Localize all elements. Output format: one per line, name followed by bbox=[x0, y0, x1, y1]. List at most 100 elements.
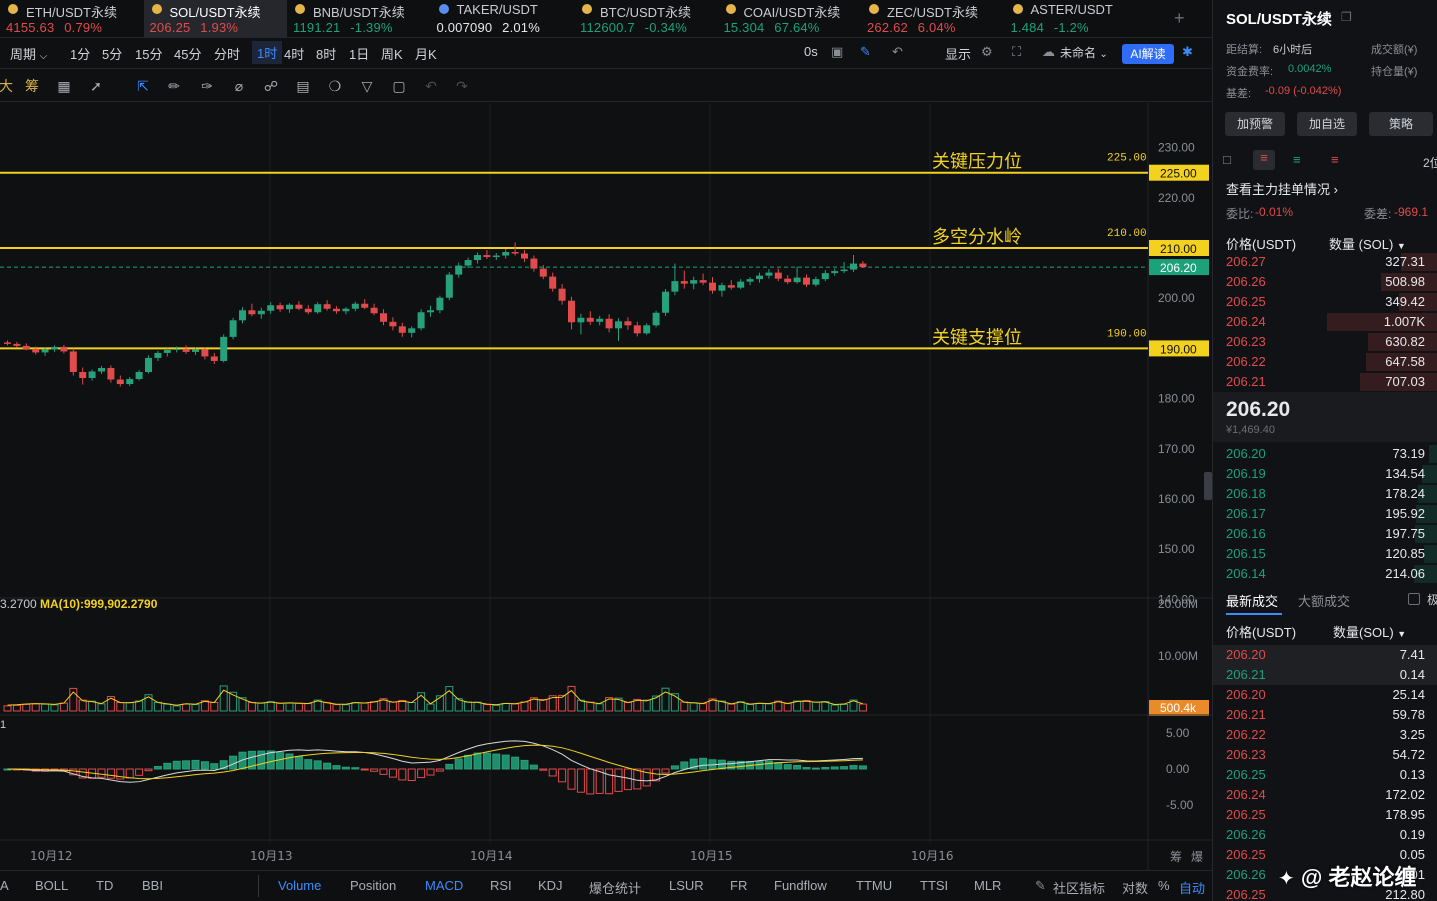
candle[interactable] bbox=[69, 351, 77, 372]
candle[interactable] bbox=[643, 325, 651, 334]
tab-large-trades[interactable]: 大额成交 bbox=[1298, 591, 1350, 610]
copy-icon[interactable]: ❐ bbox=[1341, 10, 1352, 24]
candle[interactable] bbox=[474, 255, 481, 261]
candle[interactable] bbox=[351, 303, 359, 309]
bid-row[interactable]: 206.14 214.06 bbox=[1213, 564, 1437, 584]
candle[interactable] bbox=[521, 253, 528, 259]
candle[interactable] bbox=[577, 317, 585, 323]
layout-name-dropdown[interactable]: 未命名 ⌄ bbox=[1060, 44, 1108, 61]
period-6[interactable]: 4时 bbox=[284, 44, 304, 63]
candle[interactable] bbox=[624, 321, 632, 326]
ticker-tab[interactable]: SOL/USDT永续 206.25 1.93% bbox=[143, 0, 287, 38]
candle[interactable] bbox=[239, 310, 246, 321]
candle[interactable] bbox=[248, 310, 256, 315]
candle[interactable] bbox=[201, 349, 209, 357]
orderbook-asks-icon[interactable]: ≡ bbox=[1331, 152, 1339, 167]
candle[interactable] bbox=[295, 304, 303, 309]
candle[interactable] bbox=[333, 308, 340, 312]
candle[interactable] bbox=[370, 307, 378, 314]
ticker-tab[interactable]: COAI/USDT永续 15.304 67.64% bbox=[718, 0, 861, 38]
candle[interactable] bbox=[502, 252, 510, 256]
orderbook-mode-icon[interactable]: □ bbox=[1223, 152, 1231, 167]
period-0[interactable]: 1分 bbox=[70, 44, 90, 63]
candle[interactable] bbox=[605, 318, 613, 329]
candle[interactable] bbox=[173, 348, 181, 350]
trade-row[interactable]: 206.24 172.02 bbox=[1213, 785, 1437, 805]
indicator-tab[interactable]: TTSI bbox=[920, 878, 948, 893]
candle[interactable] bbox=[831, 271, 839, 274]
undo-icon[interactable]: ↶ bbox=[421, 76, 441, 96]
indicator-boll[interactable]: BOLL bbox=[35, 878, 68, 893]
brush-icon[interactable]: ✑ bbox=[197, 76, 217, 96]
candle[interactable] bbox=[276, 305, 284, 310]
candle[interactable] bbox=[135, 371, 143, 380]
cursor-icon[interactable]: ⇱ bbox=[133, 76, 153, 96]
candle[interactable] bbox=[690, 280, 698, 284]
candle[interactable] bbox=[267, 305, 275, 311]
candle[interactable] bbox=[398, 326, 406, 333]
period-9[interactable]: 周K bbox=[381, 44, 403, 63]
draw-pen-icon[interactable]: ✎ bbox=[860, 44, 871, 60]
candle[interactable] bbox=[464, 260, 472, 266]
indicator-tab[interactable]: MLR bbox=[974, 878, 1001, 893]
candle[interactable] bbox=[680, 281, 688, 284]
chip-distribution-button[interactable]: 筹 bbox=[22, 76, 42, 96]
trash-icon[interactable]: ▢ bbox=[389, 76, 409, 96]
indicator-tab[interactable]: Position bbox=[350, 878, 396, 893]
candle[interactable] bbox=[821, 273, 829, 280]
bid-row[interactable]: 206.15 120.85 bbox=[1213, 544, 1437, 564]
candle[interactable] bbox=[116, 379, 124, 385]
add-alert-button[interactable]: 加预警 bbox=[1225, 112, 1285, 136]
candle[interactable] bbox=[568, 300, 575, 323]
candle[interactable] bbox=[4, 342, 11, 344]
orderbook-bids-icon[interactable]: ≡ bbox=[1293, 152, 1301, 167]
candle[interactable] bbox=[530, 258, 538, 269]
note-icon[interactable]: ▤ bbox=[293, 76, 313, 96]
candle[interactable] bbox=[145, 357, 152, 372]
ticker-tab[interactable]: ETH/USDT永续 4155.63 0.79% bbox=[0, 0, 143, 38]
candle[interactable] bbox=[323, 304, 331, 309]
ask-row[interactable]: 206.23 630.82 bbox=[1213, 332, 1437, 352]
candle[interactable] bbox=[389, 321, 397, 327]
filter-icon[interactable]: ▽ bbox=[357, 76, 377, 96]
auto-scale-toggle[interactable]: 自动 bbox=[1179, 878, 1205, 897]
indicator-tab[interactable]: FR bbox=[730, 878, 747, 893]
indicator-tab[interactable]: TTMU bbox=[856, 878, 892, 893]
chip-toggle[interactable]: 筹 bbox=[1170, 850, 1182, 864]
candle[interactable] bbox=[229, 320, 237, 337]
candle[interactable] bbox=[163, 349, 171, 353]
candle[interactable] bbox=[793, 277, 801, 283]
ticker-tab[interactable]: ZEC/USDT永续 262.62 6.04% bbox=[861, 0, 1004, 38]
cloud-icon[interactable]: ☁ bbox=[1042, 44, 1055, 60]
candle[interactable] bbox=[257, 310, 265, 315]
period-5[interactable]: 1时 bbox=[252, 41, 283, 64]
ask-row[interactable]: 206.24 1.007K bbox=[1213, 312, 1437, 332]
bid-row[interactable]: 206.19 134.54 bbox=[1213, 464, 1437, 484]
candle[interactable] bbox=[511, 252, 519, 254]
candle[interactable] bbox=[182, 348, 190, 352]
liquidation-toggle[interactable]: 爆 bbox=[1191, 850, 1203, 864]
filter-checkbox[interactable] bbox=[1408, 593, 1420, 605]
indicator-tab[interactable]: 爆仓统计 bbox=[589, 878, 641, 897]
indicator-tab[interactable]: Volume bbox=[278, 878, 321, 893]
candle[interactable] bbox=[192, 349, 199, 352]
candle[interactable] bbox=[662, 291, 669, 313]
candle[interactable] bbox=[60, 346, 68, 352]
period-1[interactable]: 5分 bbox=[102, 44, 122, 63]
period-10[interactable]: 月K bbox=[415, 44, 437, 63]
orderbook-qty-header[interactable]: 数量 (SOL) ▼ bbox=[1329, 234, 1406, 253]
depth-precision[interactable]: 2位 bbox=[1423, 154, 1437, 171]
lock-icon[interactable]: ☍ bbox=[261, 76, 281, 96]
ask-row[interactable]: 206.21 707.03 bbox=[1213, 372, 1437, 392]
period-2[interactable]: 15分 bbox=[135, 44, 162, 63]
bid-row[interactable]: 206.16 197.75 bbox=[1213, 524, 1437, 544]
candle[interactable] bbox=[436, 297, 444, 311]
ask-row[interactable]: 206.26 508.98 bbox=[1213, 272, 1437, 292]
candle[interactable] bbox=[304, 308, 312, 313]
candle[interactable] bbox=[13, 343, 21, 346]
indicator-template-icon[interactable]: ▦ bbox=[54, 76, 74, 96]
share-icon[interactable]: ✱ bbox=[1182, 44, 1193, 60]
candle[interactable] bbox=[737, 281, 745, 288]
candle[interactable] bbox=[88, 371, 96, 379]
draw-line-icon[interactable]: ➚ bbox=[86, 76, 106, 96]
